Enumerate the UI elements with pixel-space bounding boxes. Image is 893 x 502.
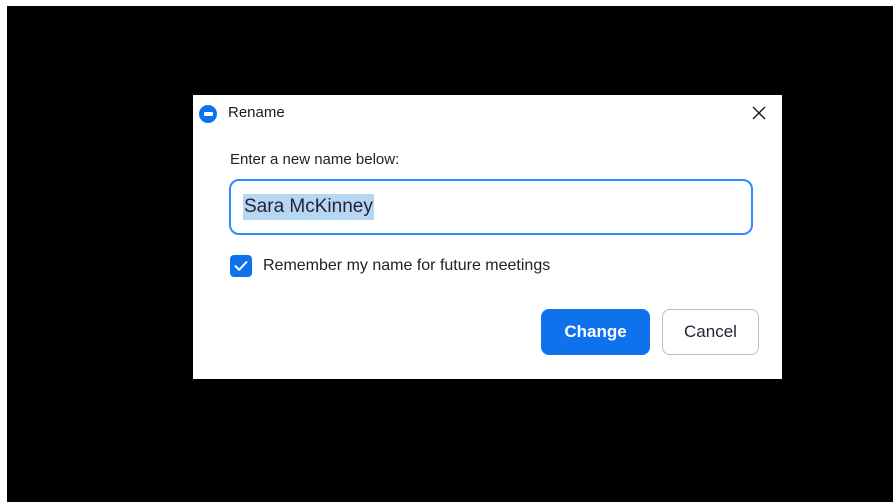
name-input[interactable]: Sara McKinney	[229, 179, 753, 235]
close-button[interactable]	[745, 101, 773, 125]
dialog-title: Rename	[228, 104, 285, 121]
name-input-value[interactable]: Sara McKinney	[243, 194, 374, 220]
rename-dialog: Rename Enter a new name below: Sara McKi…	[193, 95, 782, 379]
zoom-icon	[199, 105, 217, 123]
remember-name-label[interactable]: Remember my name for future meetings	[263, 257, 550, 275]
close-icon	[752, 106, 766, 120]
checkmark-icon	[234, 261, 248, 271]
rename-prompt: Enter a new name below:	[230, 151, 400, 168]
change-button[interactable]: Change	[541, 309, 650, 355]
cancel-button[interactable]: Cancel	[662, 309, 759, 355]
dialog-titlebar: Rename	[193, 95, 782, 131]
remember-name-row[interactable]: Remember my name for future meetings	[230, 255, 550, 277]
remember-name-checkbox[interactable]	[230, 255, 252, 277]
